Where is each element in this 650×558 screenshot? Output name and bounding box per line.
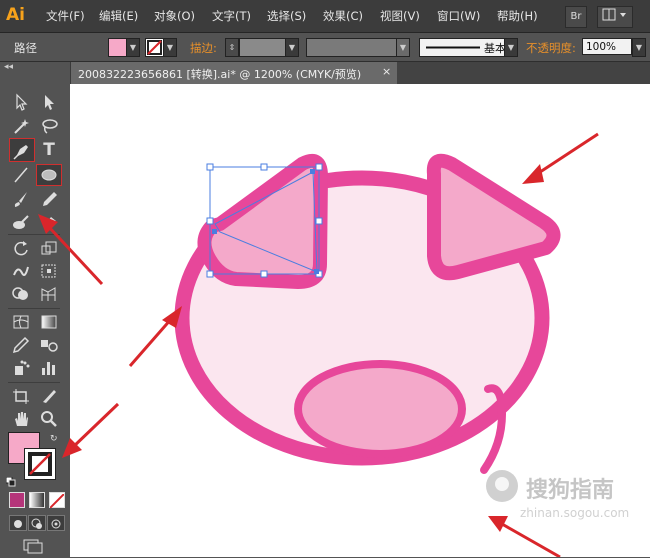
- draw-inside-icon[interactable]: [47, 515, 65, 531]
- document-tab[interactable]: 200832223656861 [转换].ai* @ 1200% (CMYK/预…: [70, 62, 397, 84]
- stroke-color-swatch[interactable]: [24, 448, 56, 480]
- mesh-tool-icon[interactable]: [10, 312, 32, 332]
- draw-normal-icon[interactable]: [9, 515, 27, 531]
- watermark: 搜狗指南 zhinan.sogou.com: [480, 468, 650, 538]
- stroke-dropdown[interactable]: ▼: [163, 38, 177, 57]
- menu-object[interactable]: 对象(O): [154, 8, 195, 24]
- stroke-swatch[interactable]: [145, 38, 164, 57]
- blob-brush-tool-icon[interactable]: [10, 212, 32, 232]
- fill-swatch[interactable]: [108, 38, 127, 57]
- column-graph-tool-icon[interactable]: [38, 358, 60, 378]
- shape-builder-tool-icon[interactable]: [10, 284, 32, 304]
- variable-width-profile[interactable]: [306, 38, 408, 57]
- draw-behind-icon[interactable]: [28, 515, 46, 531]
- none-mode-icon[interactable]: [49, 492, 65, 509]
- pen-tool-icon[interactable]: [9, 138, 35, 162]
- menu-effect[interactable]: 效果(C): [323, 8, 363, 24]
- pencil-tool-icon[interactable]: [38, 189, 60, 209]
- arrange-documents-button[interactable]: [597, 6, 633, 28]
- control-bar: 路径 ▼ ▼ 描边: ⇕ ▼ ▼ 基本 ▼ 不透明度: ▼: [0, 33, 650, 62]
- magic-wand-tool-icon[interactable]: [10, 116, 32, 136]
- tool-separator: [8, 234, 60, 235]
- artboard-canvas[interactable]: 搜狗指南 zhinan.sogou.com: [70, 84, 650, 557]
- fill-dropdown[interactable]: ▼: [126, 38, 140, 57]
- gradient-tool-icon[interactable]: [38, 312, 60, 332]
- selection-tool-icon[interactable]: [10, 92, 32, 112]
- bridge-button[interactable]: Br: [565, 6, 587, 28]
- tool-separator: [8, 382, 60, 383]
- tools-panel: ◂◂ T ↻: [0, 62, 71, 557]
- paintbrush-tool-icon[interactable]: [10, 189, 32, 209]
- menu-view[interactable]: 视图(V): [380, 8, 420, 24]
- brush-definition-field[interactable]: 基本: [419, 38, 517, 57]
- stroke-weight-stepper[interactable]: ⇕: [225, 38, 239, 57]
- panel-collapse-icon[interactable]: ◂◂: [4, 62, 13, 72]
- menu-file[interactable]: 文件(F): [46, 8, 85, 24]
- scale-tool-icon[interactable]: [38, 238, 60, 258]
- opacity-input[interactable]: [582, 38, 632, 55]
- app-logo: Ai: [6, 5, 25, 25]
- no-stroke-icon: [28, 452, 52, 476]
- arrange-documents-icon: [602, 8, 626, 21]
- rotate-tool-icon[interactable]: [10, 238, 32, 258]
- menu-select[interactable]: 选择(S): [267, 8, 306, 24]
- eraser-tool-icon[interactable]: [38, 212, 60, 232]
- ellipse-tool-icon[interactable]: [36, 164, 62, 186]
- stroke-weight-input[interactable]: [239, 38, 286, 57]
- opacity-label[interactable]: 不透明度:: [526, 40, 576, 56]
- watermark-logo-icon: [486, 470, 518, 502]
- menu-window[interactable]: 窗口(W): [437, 8, 480, 24]
- close-icon[interactable]: ×: [382, 65, 391, 78]
- brush-stroke-preview-icon: [426, 46, 480, 49]
- pig-snout[interactable]: [294, 360, 466, 458]
- variable-width-dropdown[interactable]: ▼: [396, 38, 410, 57]
- artboard-tool-icon[interactable]: [10, 386, 32, 406]
- slice-tool-icon[interactable]: [38, 386, 60, 406]
- color-mode-icon[interactable]: [9, 492, 25, 508]
- perspective-grid-tool-icon[interactable]: [38, 284, 60, 304]
- brush-style-label: 基本: [484, 42, 506, 55]
- watermark-url: zhinan.sogou.com: [520, 506, 630, 520]
- menu-bar: Ai 文件(F) 编辑(E) 对象(O) 文字(T) 选择(S) 效果(C) 视…: [0, 0, 650, 33]
- stroke-weight-label[interactable]: 描边:: [190, 40, 217, 56]
- default-colors-icon[interactable]: [5, 472, 16, 487]
- stroke-weight-dropdown[interactable]: ▼: [285, 38, 299, 57]
- watermark-text: 搜狗指南: [526, 478, 615, 503]
- menu-type[interactable]: 文字(T): [212, 8, 251, 24]
- annotation-arrow: [128, 306, 182, 367]
- type-tool-icon[interactable]: T: [38, 140, 60, 160]
- line-segment-tool-icon[interactable]: [10, 165, 32, 185]
- document-tab-title: 200832223656861 [转换].ai* @ 1200% (CMYK/预…: [78, 68, 362, 81]
- menu-edit[interactable]: 编辑(E): [99, 8, 138, 24]
- blend-tool-icon[interactable]: [38, 335, 60, 355]
- brush-definition-dropdown[interactable]: ▼: [504, 38, 518, 57]
- pig-left-ear[interactable]: [197, 154, 328, 289]
- symbol-sprayer-tool-icon[interactable]: [10, 358, 32, 378]
- lasso-tool-icon[interactable]: [38, 116, 60, 136]
- no-stroke-icon: [147, 40, 162, 55]
- gradient-mode-icon[interactable]: [29, 492, 45, 508]
- hand-tool-icon[interactable]: [10, 409, 32, 429]
- direct-selection-tool-icon[interactable]: [38, 92, 60, 112]
- tool-separator: [8, 308, 60, 309]
- opacity-dropdown[interactable]: ▼: [632, 38, 646, 57]
- zoom-tool-icon[interactable]: [38, 409, 60, 429]
- free-transform-tool-icon[interactable]: [38, 261, 60, 281]
- eyedropper-tool-icon[interactable]: [10, 335, 32, 355]
- document-tab-bar: 200832223656861 [转换].ai* @ 1200% (CMYK/预…: [70, 62, 650, 84]
- annotation-arrow: [522, 132, 599, 184]
- selection-type-label: 路径: [14, 41, 37, 55]
- swap-colors-icon[interactable]: ↻: [50, 434, 60, 444]
- warp-tool-icon[interactable]: [10, 261, 32, 281]
- screen-mode-icon[interactable]: [22, 538, 46, 554]
- menu-help[interactable]: 帮助(H): [497, 8, 538, 24]
